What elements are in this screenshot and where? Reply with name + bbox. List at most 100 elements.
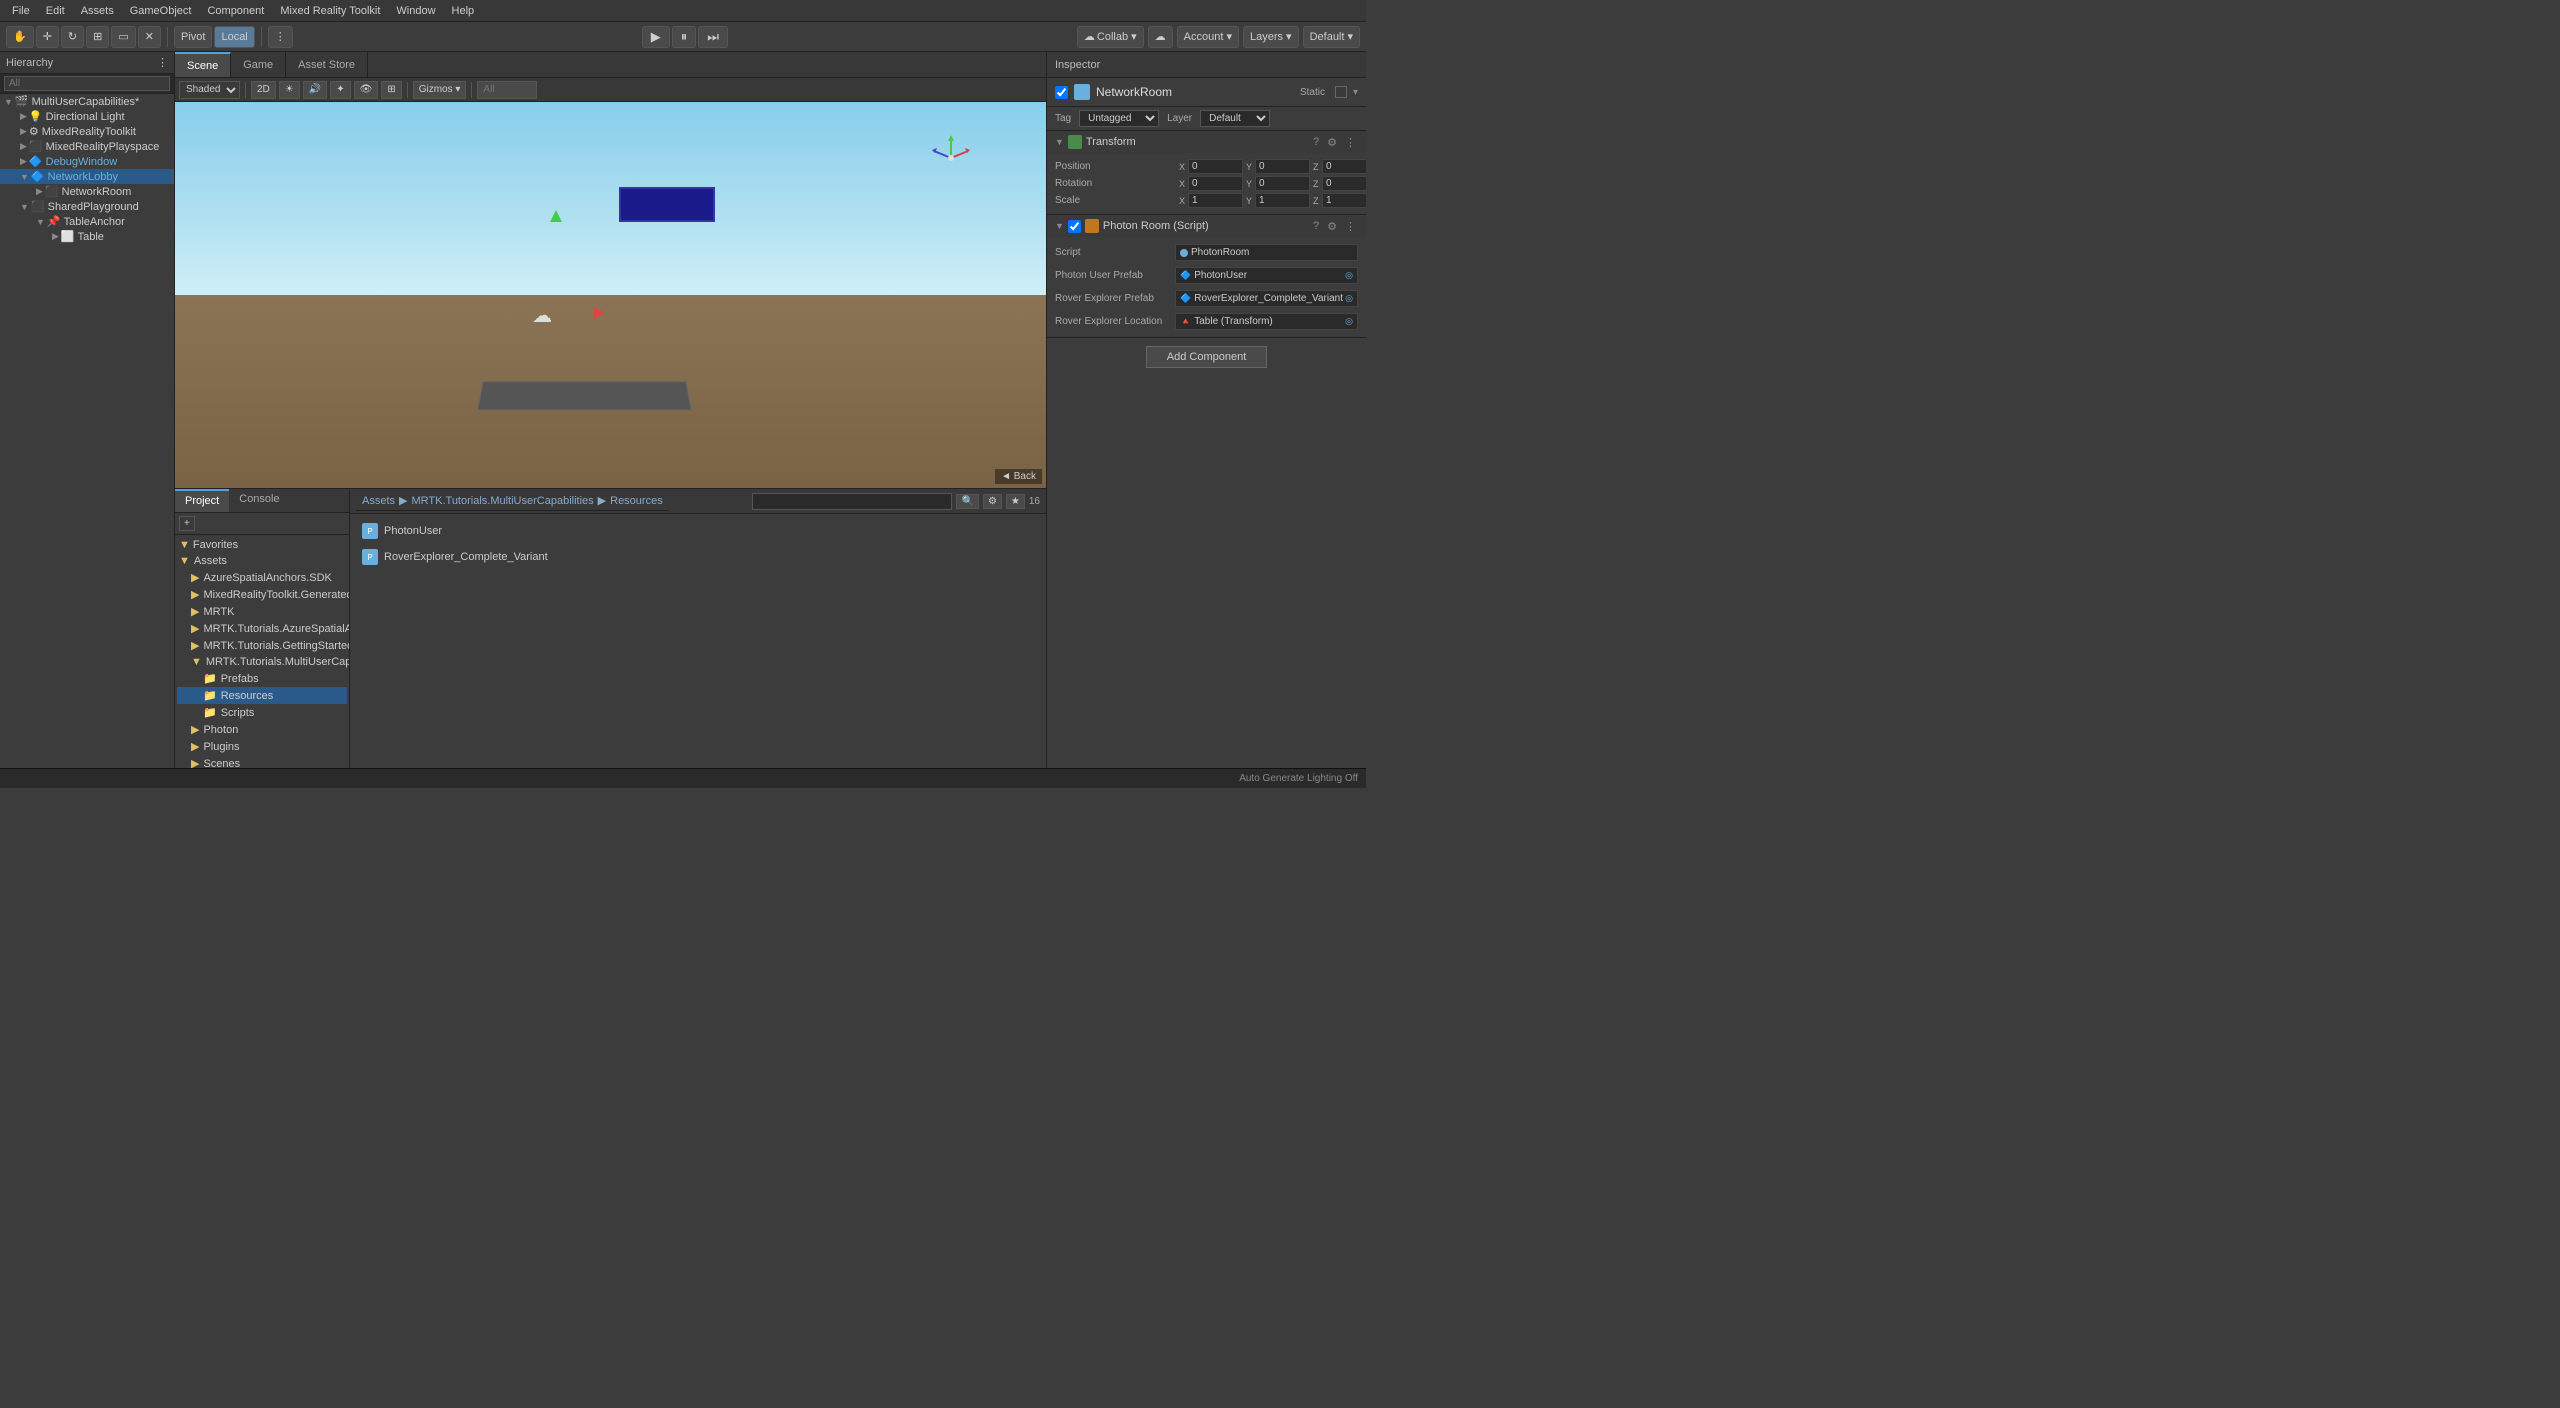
menu-edit[interactable]: Edit [38, 3, 73, 19]
asset-search-input[interactable] [752, 493, 952, 510]
back-button[interactable]: ◄ Back [995, 469, 1042, 484]
photon-user-value[interactable]: 🔷 PhotonUser ◎ [1175, 267, 1358, 284]
scene-view[interactable]: ☁ ◄ Back [175, 102, 1046, 488]
transform-settings-btn[interactable]: ⚙ [1325, 136, 1339, 149]
h-item-networkroom[interactable]: ▶ ⬛ NetworkRoom [0, 184, 174, 199]
audio-btn[interactable]: 🔊 [303, 81, 327, 99]
tab-asset-store[interactable]: Asset Store [286, 52, 368, 77]
h-item-playspace[interactable]: ▶ ⬛ MixedRealityPlayspace [0, 139, 174, 154]
snap-btn[interactable]: ⋮ [268, 26, 293, 48]
proj-photon[interactable]: ▶ Photon [177, 721, 347, 738]
pos-y-input[interactable] [1255, 159, 1310, 174]
h-item-networklobby[interactable]: ▼ 🔷 NetworkLobby [0, 169, 174, 184]
proj-mrtk-multi[interactable]: ▼ MRTK.Tutorials.MultiUserCapabilities [177, 654, 347, 670]
asset-roverexplorer[interactable]: P RoverExplorer_Complete_Variant [356, 546, 1040, 568]
rot-y-input[interactable] [1255, 176, 1310, 191]
step-button[interactable]: ⏭ [698, 26, 728, 48]
proj-azure[interactable]: ▶ AzureSpatialAnchors.SDK [177, 569, 347, 586]
proj-plugins[interactable]: ▶ Plugins [177, 738, 347, 755]
asset-filter-btn[interactable]: ⚙ [983, 494, 1002, 509]
menu-component[interactable]: Component [199, 3, 272, 19]
proj-scenes[interactable]: ▶ Scenes [177, 755, 347, 768]
transform-overflow-btn[interactable]: ⋮ [1343, 136, 1358, 149]
rover-explorer-value[interactable]: 🔷 RoverExplorer_Complete_Variant ◎ [1175, 290, 1358, 307]
asset-photonuser[interactable]: P PhotonUser [356, 520, 1040, 542]
menu-gameobject[interactable]: GameObject [122, 3, 200, 19]
scene-search[interactable] [477, 81, 537, 99]
pause-button[interactable]: ⏸ [672, 26, 697, 48]
proj-mrtk[interactable]: ▶ MRTK [177, 603, 347, 620]
tab-console[interactable]: Console [229, 489, 289, 512]
photon-overflow-btn[interactable]: ⋮ [1343, 220, 1358, 233]
transform-help-btn[interactable]: ? [1311, 136, 1321, 148]
menu-help[interactable]: Help [444, 3, 483, 19]
rot-z-input[interactable] [1322, 176, 1366, 191]
h-item-table[interactable]: ▶ ⬜ Table [0, 229, 174, 244]
select-icon[interactable]: ◎ [1345, 293, 1353, 304]
photon-room-header[interactable]: ▼ Photon Room (Script) ? ⚙ ⋮ [1047, 215, 1366, 237]
assets-root[interactable]: ▼ Assets [177, 553, 347, 569]
photon-enabled-checkbox[interactable] [1068, 220, 1081, 233]
h-item-multiuser[interactable]: ▼ 🎬 MultiUserCapabilities* [0, 94, 174, 109]
multi-tool[interactable]: ✕ [138, 26, 161, 48]
local-toggle[interactable]: Local [214, 26, 254, 48]
add-btn[interactable]: + [179, 516, 195, 531]
scale-tool[interactable]: ⊞ [86, 26, 109, 48]
rover-location-value[interactable]: 🔺 Table (Transform) ◎ [1175, 313, 1358, 330]
scale-y-input[interactable] [1255, 193, 1310, 208]
move-tool[interactable]: ✛ [36, 26, 59, 48]
pos-x-input[interactable] [1188, 159, 1243, 174]
rotate-tool[interactable]: ↻ [61, 26, 84, 48]
obj-active-checkbox[interactable] [1055, 86, 1068, 99]
transform-component-header[interactable]: ▼ Transform ? ⚙ ⋮ [1047, 131, 1366, 153]
layer-dropdown[interactable]: Default [1200, 110, 1270, 127]
layers-button[interactable]: Layers ▾ [1243, 26, 1299, 48]
account-button[interactable]: Account ▾ [1177, 26, 1239, 48]
scale-x-input[interactable] [1188, 193, 1243, 208]
select-icon[interactable]: ◎ [1345, 270, 1353, 281]
scale-z-input[interactable] [1322, 193, 1366, 208]
proj-resources[interactable]: 📁 Resources [177, 687, 347, 704]
grid-btn[interactable]: ⊞ [381, 81, 401, 99]
proj-mrtk-gen[interactable]: ▶ MixedRealityToolkit.Generated [177, 586, 347, 603]
h-item-dirlight[interactable]: ▶ 💡 Directional Light [0, 109, 174, 124]
asset-star-btn[interactable]: ★ [1006, 494, 1025, 509]
photon-help-btn[interactable]: ? [1311, 220, 1321, 232]
static-checkbox[interactable] [1335, 86, 1347, 98]
play-button[interactable]: ▶ [642, 26, 670, 48]
collab-button[interactable]: ☁ Collab ▾ [1077, 26, 1144, 48]
add-component-button[interactable]: Add Component [1146, 346, 1268, 368]
h-item-debugwindow[interactable]: ▶ 🔷 DebugWindow [0, 154, 174, 169]
rot-x-input[interactable] [1188, 176, 1243, 191]
pos-z-input[interactable] [1322, 159, 1366, 174]
tag-dropdown[interactable]: Untagged [1079, 110, 1159, 127]
breadcrumb-assets[interactable]: Assets [362, 495, 395, 507]
rect-tool[interactable]: ▭ [111, 26, 135, 48]
breadcrumb-resources[interactable]: Resources [610, 495, 663, 507]
default-layout-button[interactable]: Default ▾ [1303, 26, 1360, 48]
proj-scripts[interactable]: 📁 Scripts [177, 704, 347, 721]
effects-btn[interactable]: ✦ [330, 81, 350, 99]
static-dropdown-arrow[interactable]: ▾ [1353, 87, 1358, 98]
h-item-sharedplayground[interactable]: ▼ ⬛ SharedPlayground [0, 199, 174, 214]
hierarchy-search-input[interactable] [4, 76, 170, 91]
h-item-tableanchor[interactable]: ▼ 📌 TableAnchor [0, 214, 174, 229]
tab-project[interactable]: Project [175, 489, 229, 512]
h-item-mrtk[interactable]: ▶ ⚙ MixedRealityToolkit [0, 124, 174, 139]
proj-prefabs[interactable]: 📁 Prefabs [177, 670, 347, 687]
select-icon[interactable]: ◎ [1345, 316, 1353, 327]
pivot-toggle[interactable]: Pivot [174, 26, 212, 48]
cloud-button[interactable]: ☁ [1148, 26, 1173, 48]
script-value[interactable]: PhotonRoom [1175, 244, 1358, 261]
menu-window[interactable]: Window [388, 3, 443, 19]
menu-file[interactable]: File [4, 3, 38, 19]
2d-toggle[interactable]: 2D [251, 81, 276, 99]
asset-search-btn[interactable]: 🔍 [956, 494, 978, 509]
menu-mrtk[interactable]: Mixed Reality Toolkit [272, 3, 388, 19]
menu-assets[interactable]: Assets [73, 3, 122, 19]
lighting-btn[interactable]: ☀ [279, 81, 300, 99]
gizmos-btn[interactable]: Gizmos ▾ [413, 81, 467, 99]
photon-settings-btn[interactable]: ⚙ [1325, 220, 1339, 233]
favorites-item[interactable]: ▼ Favorites [177, 537, 347, 553]
tab-game[interactable]: Game [231, 52, 286, 77]
